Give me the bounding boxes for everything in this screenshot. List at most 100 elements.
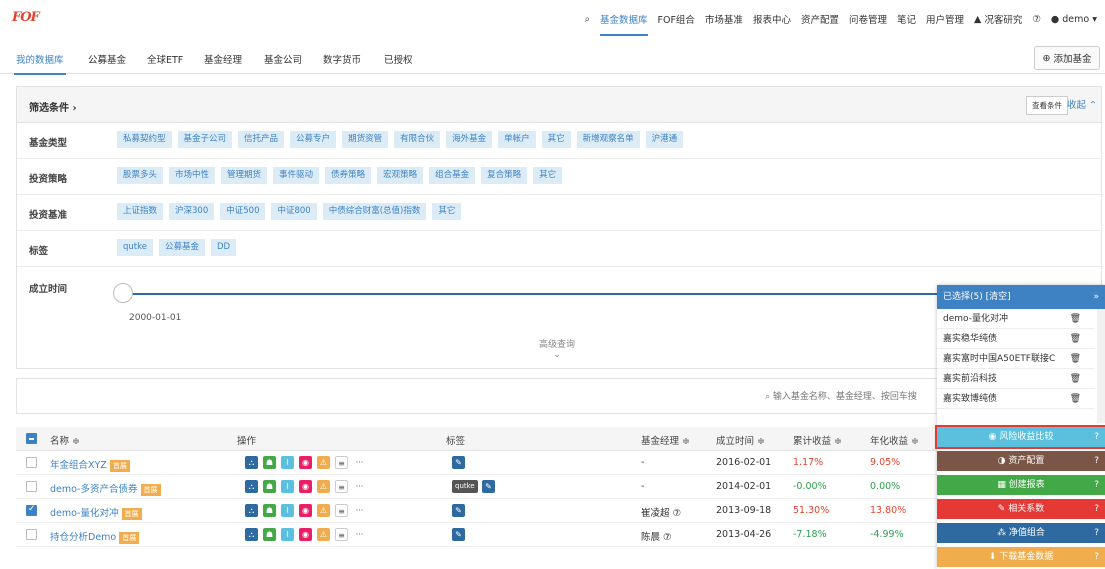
- filter-chip[interactable]: 海外基金: [446, 131, 493, 148]
- nav-fof-portfolio[interactable]: FOF组合: [658, 12, 695, 26]
- row-action-icon[interactable]: ⌇: [281, 504, 294, 517]
- row-action-icon[interactable]: ◉: [299, 528, 312, 541]
- col-cumulative[interactable]: 累计收益 ≑: [793, 433, 842, 447]
- fund-name-link[interactable]: demo-量化对冲 首展: [50, 505, 142, 520]
- tab-authorized[interactable]: 已授权: [384, 52, 413, 66]
- fund-name-link[interactable]: 年金组合XYZ 首展: [50, 457, 130, 472]
- row-action-icon[interactable]: ⛬: [245, 456, 258, 469]
- trash-icon[interactable]: 🗑: [1070, 309, 1081, 329]
- row-action-icon[interactable]: ⌇: [281, 528, 294, 541]
- filter-chip[interactable]: 其它: [533, 167, 563, 184]
- row-action-icon[interactable]: ☗: [263, 456, 276, 469]
- action-button[interactable]: ◉ 风险收益比较?: [935, 425, 1105, 449]
- nav-market-benchmark[interactable]: 市场基准: [705, 12, 743, 26]
- fund-search-input[interactable]: ⌕ 输入基金名称、基金经理、按回车搜: [765, 389, 917, 402]
- help-icon[interactable]: ?: [1094, 451, 1099, 471]
- row-action-icon[interactable]: ⚠: [317, 456, 330, 469]
- row-action-icon[interactable]: ☗: [263, 504, 276, 517]
- row-action-icon[interactable]: ⛬: [245, 480, 258, 493]
- action-button[interactable]: ⬇ 下载基金数据?: [937, 547, 1105, 567]
- view-conditions-button[interactable]: 查看条件: [1026, 96, 1068, 115]
- filter-chip[interactable]: 信托产品: [238, 131, 285, 148]
- help-icon[interactable]: ⑦: [1032, 14, 1041, 25]
- manager-cell[interactable]: 陈晨 ⑦: [641, 529, 672, 543]
- nav-questionnaire[interactable]: 问卷管理: [849, 12, 887, 26]
- action-button[interactable]: ⁂ 净值组合?: [937, 523, 1105, 543]
- row-action-icon[interactable]: ⌇: [281, 480, 294, 493]
- more-icon[interactable]: ···: [353, 480, 366, 493]
- filter-chip[interactable]: 市场中性: [169, 167, 216, 184]
- manager-cell[interactable]: -: [641, 457, 644, 468]
- tab-fund-managers[interactable]: 基金经理: [204, 52, 242, 66]
- selected-header[interactable]: 已选择(5) [清空]»: [937, 285, 1105, 309]
- manager-cell[interactable]: -: [641, 481, 644, 492]
- filter-chip[interactable]: 中证500: [220, 203, 266, 220]
- filter-chip[interactable]: 组合基金: [429, 167, 476, 184]
- search-icon[interactable]: ⌕: [585, 14, 590, 25]
- list-icon[interactable]: ≡: [335, 456, 348, 469]
- trash-icon[interactable]: 🗑: [1070, 389, 1081, 409]
- row-checkbox[interactable]: [26, 529, 37, 540]
- filter-chip[interactable]: 股票多头: [117, 167, 164, 184]
- filter-chip[interactable]: 有限合伙: [394, 131, 441, 148]
- row-action-icon[interactable]: ⚠: [317, 504, 330, 517]
- slider-handle[interactable]: [113, 283, 133, 303]
- more-icon[interactable]: ···: [353, 528, 366, 541]
- filter-chip[interactable]: 公募专户: [290, 131, 337, 148]
- row-action-icon[interactable]: ◉: [299, 480, 312, 493]
- chevrons-down-icon[interactable]: »: [1093, 285, 1099, 309]
- col-date[interactable]: 成立时间 ≑: [716, 433, 765, 447]
- nav-fund-database[interactable]: 基金数据库: [599, 2, 648, 36]
- filter-chip[interactable]: 宏观策略: [377, 167, 424, 184]
- edit-tag-icon[interactable]: ✎: [452, 528, 465, 541]
- filter-chip[interactable]: qutke: [117, 239, 153, 256]
- filter-chip[interactable]: 其它: [541, 131, 571, 148]
- filter-chip[interactable]: 中证800: [271, 203, 317, 220]
- trash-icon[interactable]: 🗑: [1070, 329, 1081, 349]
- filter-chip[interactable]: 期货资管: [342, 131, 389, 148]
- nav-report-center[interactable]: 报表中心: [753, 12, 791, 26]
- nav-notes[interactable]: 笔记: [897, 12, 916, 26]
- help-icon[interactable]: ?: [1094, 475, 1099, 495]
- action-button[interactable]: ◑ 资产配置?: [937, 451, 1105, 471]
- help-icon[interactable]: ?: [1094, 499, 1099, 519]
- filter-chip[interactable]: 公募基金: [158, 239, 205, 256]
- filter-chip[interactable]: 其它: [432, 203, 462, 220]
- filter-chip[interactable]: 私募契约型: [117, 131, 172, 148]
- help-icon[interactable]: ?: [1094, 523, 1099, 543]
- filter-chip[interactable]: 上证指数: [117, 203, 164, 220]
- filter-chip[interactable]: 沪港通: [645, 131, 684, 148]
- row-action-icon[interactable]: ◉: [299, 504, 312, 517]
- tab-public-funds[interactable]: 公募基金: [88, 52, 126, 66]
- row-action-icon[interactable]: ☗: [263, 528, 276, 541]
- row-checkbox[interactable]: [26, 457, 37, 468]
- filter-chip[interactable]: DD: [210, 239, 237, 256]
- list-icon[interactable]: ≡: [335, 528, 348, 541]
- edit-tag-icon[interactable]: ✎: [482, 480, 495, 493]
- filter-chip[interactable]: 复合策略: [481, 167, 528, 184]
- list-icon[interactable]: ≡: [335, 504, 348, 517]
- selected-list-scrollbar[interactable]: [1097, 309, 1105, 423]
- col-manager[interactable]: 基金经理 ≑: [641, 433, 690, 447]
- col-annualized[interactable]: 年化收益 ≑: [870, 433, 919, 447]
- add-fund-button[interactable]: ⊕ 添加基金: [1034, 46, 1100, 70]
- row-action-icon[interactable]: ☗: [263, 480, 276, 493]
- edit-tag-icon[interactable]: ✎: [452, 504, 465, 517]
- manager-cell[interactable]: 崔凌超 ⑦: [641, 505, 681, 519]
- more-icon[interactable]: ···: [353, 504, 366, 517]
- row-action-icon[interactable]: ⛬: [245, 504, 258, 517]
- filter-chip[interactable]: 中债综合财富(总值)指数: [322, 203, 427, 220]
- brand-logo[interactable]: FOF: [12, 10, 40, 25]
- fund-name-link[interactable]: 持仓分析Demo 首展: [50, 529, 140, 544]
- nav-user-management[interactable]: 用户管理: [926, 12, 964, 26]
- select-all-checkbox[interactable]: [26, 433, 37, 444]
- filter-chip[interactable]: 新增观察名单: [576, 131, 640, 148]
- filter-title[interactable]: 筛选条件 ›: [29, 99, 77, 114]
- filter-chip[interactable]: 单帐户: [498, 131, 536, 148]
- help-icon[interactable]: ?: [1094, 427, 1099, 447]
- list-icon[interactable]: ≡: [335, 480, 348, 493]
- row-action-icon[interactable]: ⚠: [317, 528, 330, 541]
- row-action-icon[interactable]: ◉: [299, 456, 312, 469]
- tab-global-etf[interactable]: 全球ETF: [147, 52, 183, 66]
- nav-research[interactable]: ▲ 况客研究: [974, 12, 1022, 27]
